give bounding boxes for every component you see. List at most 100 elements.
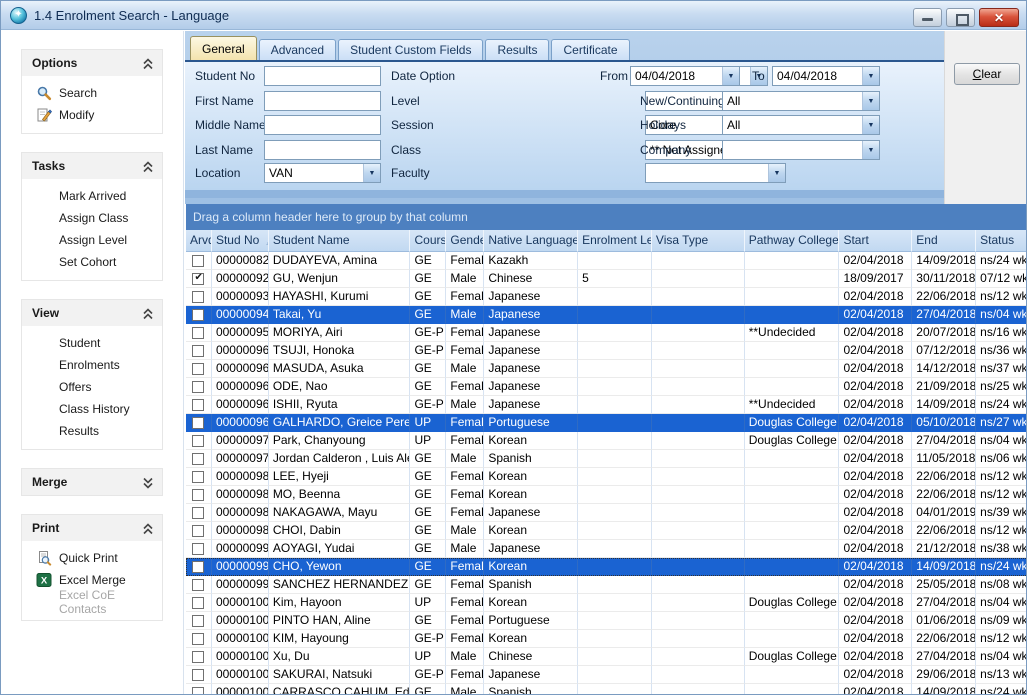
minimize-button[interactable] xyxy=(913,8,942,27)
table-row[interactable]: 0000009359HAYASHI, KurumiGEFemaleJapanes… xyxy=(186,288,1027,306)
chevron-down-icon[interactable] xyxy=(862,116,879,134)
column-header-end[interactable]: End xyxy=(912,230,976,252)
column-header-arvd[interactable]: Arvd xyxy=(186,230,212,252)
cell-arvd[interactable] xyxy=(186,630,212,648)
arrived-checkbox[interactable] xyxy=(192,255,204,267)
arrived-checkbox[interactable] xyxy=(192,669,204,681)
table-row[interactable]: 0000009661MASUDA, AsukaGEMaleJapanese02/… xyxy=(186,360,1027,378)
sidebar-item-enrolments[interactable]: Enrolments xyxy=(22,354,162,376)
cell-arvd[interactable] xyxy=(186,504,212,522)
chevron-down-icon[interactable] xyxy=(768,164,785,182)
sidebar-section-header[interactable]: View xyxy=(22,300,162,326)
table-row[interactable]: 0000009634TSUJI, HonokaGE-PFemaleJapanes… xyxy=(186,342,1027,360)
arrived-checkbox[interactable] xyxy=(192,291,204,303)
column-header-level[interactable]: Enrolment Level xyxy=(578,230,652,252)
cell-arvd[interactable] xyxy=(186,270,212,288)
arrived-checkbox[interactable] xyxy=(192,453,204,465)
column-header-gender[interactable]: Gender xyxy=(446,230,484,252)
table-row[interactable]: 0000009823NAKAGAWA, MayuGEFemaleJapanese… xyxy=(186,504,1027,522)
arrived-checkbox[interactable] xyxy=(192,399,204,411)
last-name-input[interactable] xyxy=(264,140,381,160)
table-row[interactable]: 0000010015Kim, HayoonUPFemaleKoreanDougl… xyxy=(186,594,1027,612)
table-row[interactable]: 0000009847CHOI, DabinGEMaleKorean02/04/2… xyxy=(186,522,1027,540)
column-header-stud-no[interactable]: Stud No△ xyxy=(212,230,269,252)
arrived-checkbox[interactable] xyxy=(192,633,204,645)
chevron-up-icon[interactable] xyxy=(142,522,154,534)
first-name-input[interactable] xyxy=(264,91,381,111)
table-row[interactable]: 0000010025PINTO HAN, AlineGEFemalePortug… xyxy=(186,612,1027,630)
student-no-input[interactable] xyxy=(264,66,381,86)
cell-arvd[interactable] xyxy=(186,594,212,612)
cell-arvd[interactable] xyxy=(186,306,212,324)
sidebar-item-student[interactable]: Student xyxy=(22,332,162,354)
column-header-visa[interactable]: Visa Type xyxy=(652,230,745,252)
table-row[interactable]: 0000009930AOYAGI, YudaiGEMaleJapanese02/… xyxy=(186,540,1027,558)
chevron-down-icon[interactable] xyxy=(363,164,380,182)
to-date-combo[interactable]: 04/04/2018 xyxy=(772,66,880,86)
tab-general[interactable]: General xyxy=(190,36,257,60)
arrived-checkbox[interactable] xyxy=(192,273,204,285)
column-header-course[interactable]: Course xyxy=(410,230,446,252)
arrived-checkbox[interactable] xyxy=(192,471,204,483)
cell-arvd[interactable] xyxy=(186,576,212,594)
chevron-up-icon[interactable] xyxy=(142,57,154,69)
chevron-down-icon[interactable] xyxy=(142,476,154,488)
sidebar-section-header[interactable]: Tasks xyxy=(22,153,162,179)
faculty-combo[interactable] xyxy=(645,163,786,183)
table-row[interactable]: 0000008213DUDAYEVA, AminaGEFemaleKazakh0… xyxy=(186,252,1027,270)
arrived-checkbox[interactable] xyxy=(192,561,204,573)
column-header-start[interactable]: Start xyxy=(839,230,912,252)
column-header-status[interactable]: Status xyxy=(976,230,1027,252)
sidebar-item-assign-class[interactable]: Assign Class xyxy=(22,207,162,229)
arrived-checkbox[interactable] xyxy=(192,417,204,429)
arrived-checkbox[interactable] xyxy=(192,615,204,627)
sidebar-item-results[interactable]: Results xyxy=(22,420,162,442)
arrived-checkbox[interactable] xyxy=(192,579,204,591)
sidebar-section-header[interactable]: Merge xyxy=(22,469,162,495)
middle-name-input[interactable] xyxy=(264,115,381,135)
clear-button[interactable]: Clear xyxy=(954,63,1020,85)
cell-arvd[interactable] xyxy=(186,432,212,450)
title-bar[interactable]: 1.4 Enrolment Search - Language xyxy=(1,1,1026,30)
holidays-combo[interactable]: All xyxy=(722,115,880,135)
sidebar-item-set-cohort[interactable]: Set Cohort xyxy=(22,251,162,273)
cell-arvd[interactable] xyxy=(186,486,212,504)
new-continuing-combo[interactable]: All xyxy=(722,91,880,111)
table-row[interactable]: 0000009696GALHARDO, Greice PereiraUPFema… xyxy=(186,414,1027,432)
sidebar-section-header[interactable]: Options xyxy=(22,50,162,76)
cell-arvd[interactable] xyxy=(186,378,212,396)
sidebar-item-mark-arrived[interactable]: Mark Arrived xyxy=(22,185,162,207)
chevron-down-icon[interactable] xyxy=(862,141,879,159)
cell-arvd[interactable] xyxy=(186,468,212,486)
table-row[interactable]: 0000010075CARRASCO CAHUM, Edgar NaGEMale… xyxy=(186,684,1027,694)
column-header-college[interactable]: Pathway College xyxy=(745,230,840,252)
arrived-checkbox[interactable] xyxy=(192,525,204,537)
sidebar-item-search[interactable]: Search xyxy=(22,82,162,104)
table-row[interactable]: 0000010071SAKURAI, NatsukiGE-PFemaleJapa… xyxy=(186,666,1027,684)
arrived-checkbox[interactable] xyxy=(192,309,204,321)
table-row[interactable]: 0000009663ODE, NaoGEFemaleJapanese02/04/… xyxy=(186,378,1027,396)
arrived-checkbox[interactable] xyxy=(192,543,204,555)
table-row[interactable]: 0000009964SANCHEZ HERNANDEZ, JennifGEFem… xyxy=(186,576,1027,594)
table-row[interactable]: 0000009262GU, WenjunGEMaleChinese518/09/… xyxy=(186,270,1027,288)
table-row[interactable]: 0000010047KIM, HayoungGE-PFemaleKorean02… xyxy=(186,630,1027,648)
tab-advanced[interactable]: Advanced xyxy=(259,39,336,60)
tab-student-custom-fields[interactable]: Student Custom Fields xyxy=(338,39,483,60)
cell-arvd[interactable] xyxy=(186,558,212,576)
sidebar-item-offers[interactable]: Offers xyxy=(22,376,162,398)
cell-arvd[interactable] xyxy=(186,666,212,684)
arrived-checkbox[interactable] xyxy=(192,327,204,339)
table-row[interactable]: 0000009535MORIYA, AiriGE-PFemaleJapanese… xyxy=(186,324,1027,342)
arrived-checkbox[interactable] xyxy=(192,687,204,695)
cell-arvd[interactable] xyxy=(186,648,212,666)
sidebar-item-assign-level[interactable]: Assign Level xyxy=(22,229,162,251)
cell-arvd[interactable] xyxy=(186,288,212,306)
arrived-checkbox[interactable] xyxy=(192,597,204,609)
location-combo[interactable]: VAN xyxy=(264,163,381,183)
column-header-language[interactable]: Native Language xyxy=(484,230,578,252)
cell-arvd[interactable] xyxy=(186,540,212,558)
sidebar-section-header[interactable]: Print xyxy=(22,515,162,541)
cell-arvd[interactable] xyxy=(186,360,212,378)
from-date-combo[interactable]: 04/04/2018 xyxy=(630,66,740,86)
sidebar-item-class-history[interactable]: Class History xyxy=(22,398,162,420)
